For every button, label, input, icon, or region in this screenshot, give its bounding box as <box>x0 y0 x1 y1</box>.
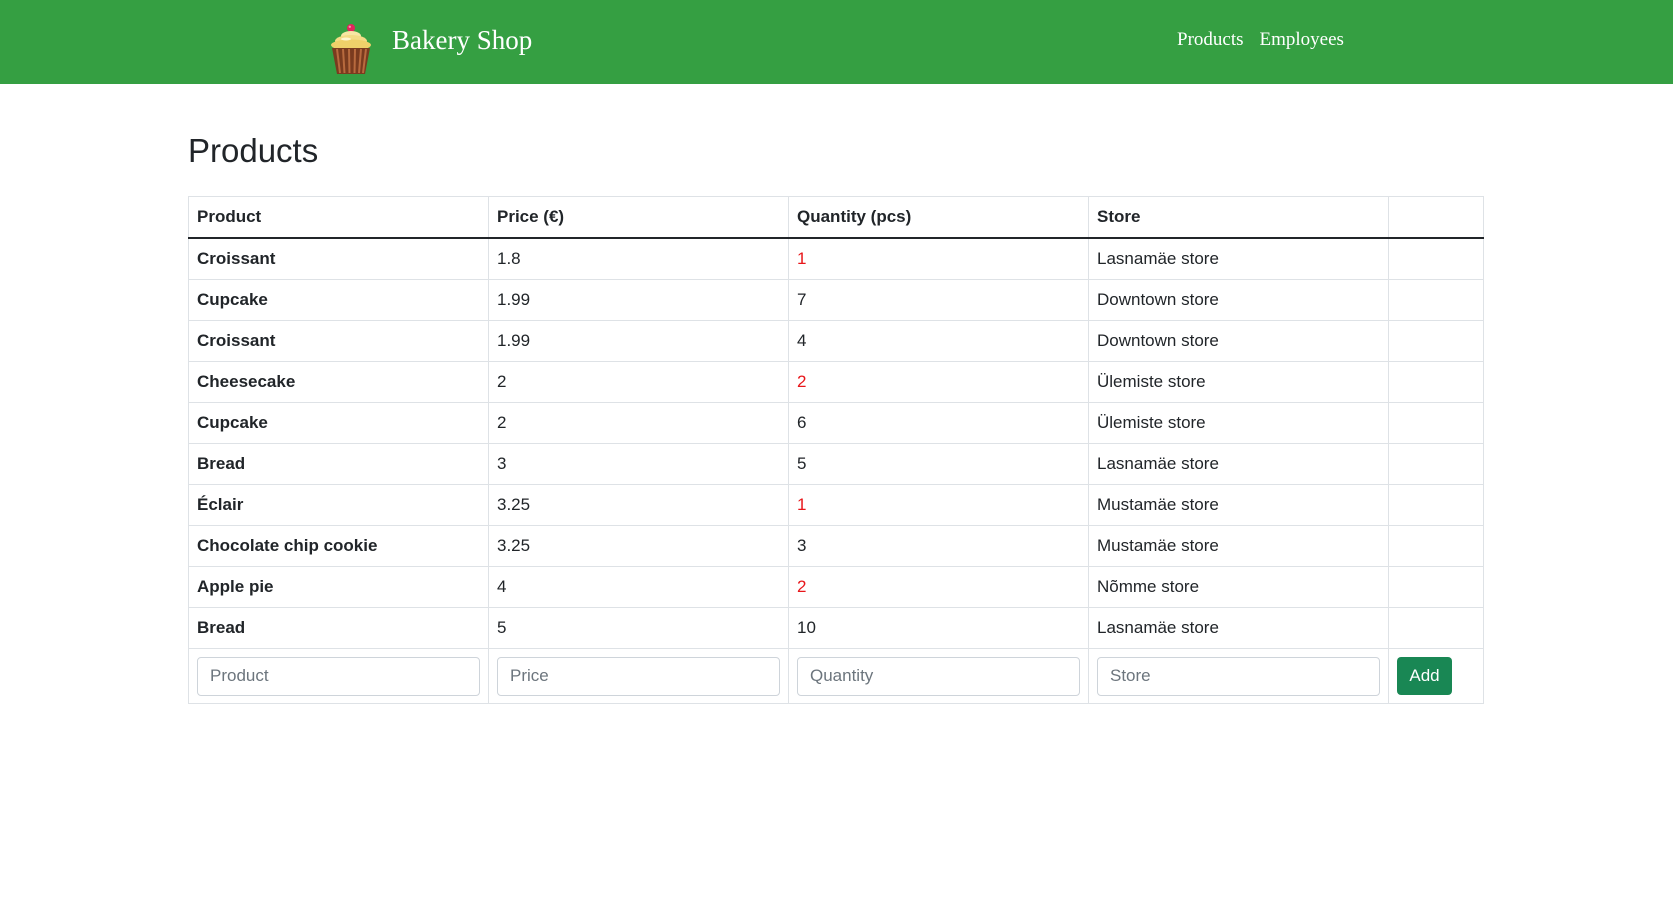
cell-price: 1.8 <box>488 238 789 280</box>
cell-store: Nõmme store <box>1088 566 1389 608</box>
cell-product: Croissant <box>188 238 489 280</box>
table-row: Cheesecake 2 2 Ülemiste store <box>188 361 1484 403</box>
cell-product: Croissant <box>188 320 489 362</box>
cell-price: 3.25 <box>488 525 789 567</box>
cell-price: 2 <box>488 402 789 444</box>
nav-link-products[interactable]: Products <box>1177 29 1244 51</box>
cell-quantity: 6 <box>788 402 1089 444</box>
table-row: Croissant 1.99 4 Downtown store <box>188 320 1484 362</box>
cell-quantity: 1 <box>788 238 1089 280</box>
cell-product: Éclair <box>188 484 489 526</box>
cell-action <box>1388 484 1484 526</box>
cell-product-input <box>188 648 489 704</box>
cell-store: Lasnamäe store <box>1088 607 1389 649</box>
products-table: Product Price (€) Quantity (pcs) Store C… <box>188 196 1484 704</box>
table-row: Chocolate chip cookie 3.25 3 Mustamäe st… <box>188 525 1484 567</box>
cell-store: Ülemiste store <box>1088 402 1389 444</box>
cupcake-icon <box>331 24 371 74</box>
cell-quantity: 10 <box>788 607 1089 649</box>
cell-store: Mustamäe store <box>1088 525 1389 567</box>
store-input[interactable] <box>1097 656 1380 696</box>
cell-action <box>1388 361 1484 403</box>
cell-product: Cupcake <box>188 279 489 321</box>
cell-action <box>1388 279 1484 321</box>
quantity-input[interactable] <box>797 656 1080 696</box>
table-row: Cupcake 2 6 Ülemiste store <box>188 402 1484 444</box>
page-title: Products <box>188 132 319 169</box>
cell-store: Lasnamäe store <box>1088 443 1389 485</box>
cell-price: 1.99 <box>488 320 789 362</box>
cell-store-input <box>1088 648 1389 704</box>
table-header-row: Product Price (€) Quantity (pcs) Store <box>188 196 1484 239</box>
brand-name[interactable]: Bakery Shop <box>392 25 532 56</box>
cell-quantity: 5 <box>788 443 1089 485</box>
table-row: Croissant 1.8 1 Lasnamäe store <box>188 238 1484 280</box>
price-input[interactable] <box>497 656 780 696</box>
cell-store: Mustamäe store <box>1088 484 1389 526</box>
nav-links: Products Employees <box>1177 29 1344 51</box>
add-product-row: Add <box>188 648 1484 704</box>
cell-quantity-input <box>788 648 1089 704</box>
brand-link[interactable]: Bakery Shop <box>329 22 532 74</box>
table-row: Bread 5 10 Lasnamäe store <box>188 607 1484 649</box>
table-row: Apple pie 4 2 Nõmme store <box>188 566 1484 608</box>
cell-action <box>1388 320 1484 362</box>
cell-price: 1.99 <box>488 279 789 321</box>
cell-action <box>1388 238 1484 280</box>
cell-action <box>1388 402 1484 444</box>
cell-store: Downtown store <box>1088 320 1389 362</box>
cell-product: Cupcake <box>188 402 489 444</box>
navbar: Bakery Shop Products Employees <box>0 0 1673 84</box>
cell-product: Chocolate chip cookie <box>188 525 489 567</box>
cell-action <box>1388 566 1484 608</box>
cell-action <box>1388 443 1484 485</box>
product-input[interactable] <box>197 656 480 696</box>
table-row: Cupcake 1.99 7 Downtown store <box>188 279 1484 321</box>
cell-quantity: 4 <box>788 320 1089 362</box>
header-action <box>1388 196 1484 239</box>
cell-price: 3.25 <box>488 484 789 526</box>
add-button[interactable]: Add <box>1397 657 1452 695</box>
cell-price: 4 <box>488 566 789 608</box>
header-quantity: Quantity (pcs) <box>788 196 1089 239</box>
cell-product: Bread <box>188 607 489 649</box>
cell-store: Downtown store <box>1088 279 1389 321</box>
cell-product: Cheesecake <box>188 361 489 403</box>
header-product: Product <box>188 196 489 239</box>
cell-price: 3 <box>488 443 789 485</box>
nav-link-employees[interactable]: Employees <box>1260 29 1344 51</box>
table-row: Bread 3 5 Lasnamäe store <box>188 443 1484 485</box>
cell-product: Apple pie <box>188 566 489 608</box>
header-price: Price (€) <box>488 196 789 239</box>
cell-price: 2 <box>488 361 789 403</box>
cell-product: Bread <box>188 443 489 485</box>
header-store: Store <box>1088 196 1389 239</box>
cell-quantity: 2 <box>788 566 1089 608</box>
cell-quantity: 3 <box>788 525 1089 567</box>
cell-action <box>1388 525 1484 567</box>
cell-quantity: 7 <box>788 279 1089 321</box>
cell-price-input <box>488 648 789 704</box>
cell-store: Lasnamäe store <box>1088 238 1389 280</box>
cell-store: Ülemiste store <box>1088 361 1389 403</box>
cell-action <box>1388 607 1484 649</box>
cell-quantity: 2 <box>788 361 1089 403</box>
cell-price: 5 <box>488 607 789 649</box>
cell-add-button: Add <box>1388 648 1484 704</box>
cell-quantity: 1 <box>788 484 1089 526</box>
table-row: Éclair 3.25 1 Mustamäe store <box>188 484 1484 526</box>
